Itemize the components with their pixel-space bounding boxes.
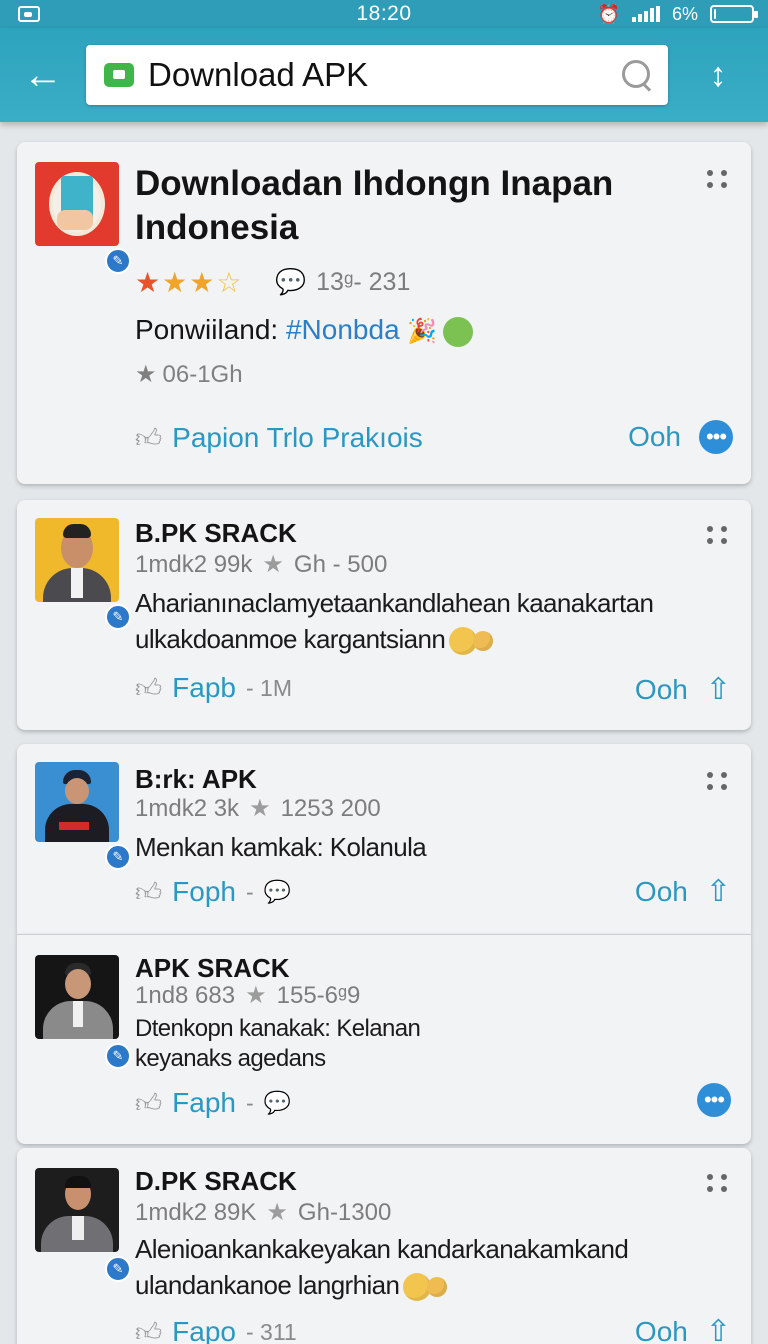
post-text-line1: Alenioankankakeyakan kandarkanakamkand — [135, 1234, 629, 1264]
post-text-line2: ulandankanoe langrhian — [135, 1270, 448, 1302]
alarm-icon: ⏰ — [597, 3, 620, 24]
developer-tag[interactable]: #Nonbda — [286, 314, 400, 345]
post-right-actions: Ooh ⇧ — [635, 874, 731, 909]
featured-title-line2: Indonesia — [135, 208, 299, 247]
smile-emoji-icon — [473, 631, 494, 652]
featured-right-actions: Ooh ••• — [628, 420, 733, 454]
post-text-line1: Aharianınaclamyetaankandlahean kaanakart… — [135, 588, 654, 618]
comment-icon: 💬 — [263, 1090, 292, 1115]
post-meta: 1nd8 683 ★ 155-6ᵍ9 — [135, 981, 361, 1010]
app-bar: ← Download APK ↕ — [0, 28, 768, 122]
post-meta: 1mdk2 99k ★ Gh - 500 — [135, 550, 388, 579]
app-icon: ✎ — [35, 162, 131, 274]
rating-stars: ★ ★ ★ ☆ — [135, 266, 241, 299]
featured-title-line1: Downloadan Ihdongn Inapan — [135, 164, 614, 203]
more-circle-icon[interactable]: ••• — [699, 420, 733, 454]
thumbs-up-icon: 👍︎ — [135, 1316, 163, 1344]
more-options-button[interactable] — [707, 170, 729, 188]
post-title: D.PK SRACK — [135, 1166, 297, 1196]
post-title: APK SRACK — [135, 953, 290, 983]
avatar: ✎ — [35, 955, 131, 1069]
thumbs-up-icon: 👍︎ — [135, 1087, 163, 1118]
post-text-line1: Menkan kamkak: Kolanula — [135, 832, 427, 862]
sort-icon: ↕ — [709, 55, 727, 94]
post-meta: 1mdk2 3k ★ 1253 200 — [135, 794, 381, 823]
status-bar: 18:20 ⏰ 6% — [0, 0, 768, 28]
ooh-button[interactable]: Ooh — [635, 674, 688, 706]
ooh-button[interactable]: Ooh — [635, 1316, 688, 1344]
more-options-button[interactable] — [707, 772, 729, 790]
avatar: ✎ — [35, 1168, 131, 1282]
star-outline-icon: ★ — [135, 361, 157, 388]
post-like-action[interactable]: 👍︎ Foph - 💬 — [135, 876, 291, 908]
developer-label: Ponwiiland: — [135, 314, 279, 345]
star-icon: ★ — [266, 1199, 288, 1226]
star-icon: ★ — [249, 795, 271, 822]
post-like-action[interactable]: 👍︎ Faph - 💬 — [135, 1087, 291, 1119]
share-icon[interactable]: ⇧ — [706, 874, 731, 909]
comment-icon: 💬 — [263, 879, 292, 904]
thumbs-up-icon: 👍︎ — [135, 876, 163, 907]
thumbs-up-icon: 👍︎ — [135, 672, 163, 703]
star-icon: ★ — [262, 551, 284, 578]
status-icons: ⏰ 6% — [597, 3, 758, 25]
post-right-actions: ••• — [697, 1083, 731, 1117]
notification-icon — [18, 6, 40, 22]
sort-button[interactable]: ↕ — [668, 28, 768, 122]
battery-percent: 6% — [671, 3, 698, 24]
post-right-actions: Ooh ⇧ — [635, 1314, 731, 1344]
ooh-button[interactable]: Ooh — [628, 421, 681, 453]
more-options-button[interactable] — [707, 1174, 729, 1192]
post-meta: 1mdk2 89K ★ Gh-1300 — [135, 1198, 392, 1227]
share-icon[interactable]: ⇧ — [706, 672, 731, 707]
ooh-button[interactable]: Ooh — [635, 876, 688, 908]
post-card-3[interactable]: ✎ APK SRACK 1nd8 683 ★ 155-6ᵍ9 Dtenkopn … — [17, 934, 751, 1144]
post-title: B:rk: APK — [135, 764, 257, 794]
arrow-left-icon: ← — [23, 52, 63, 97]
developer-line: Ponwiiland: #Nonbda 🎉 — [135, 314, 474, 347]
post-card-2[interactable]: ✎ B:rk: APK 1mdk2 3k ★ 1253 200 Menkan k… — [17, 744, 751, 934]
comment-icon: 💬 — [275, 268, 307, 296]
post-like-action[interactable]: 👍︎ Fapo - 311 — [135, 1316, 297, 1344]
post-right-actions: Ooh ⇧ — [635, 672, 731, 707]
app-store-icon — [104, 63, 134, 87]
search-query: Download APK — [148, 56, 369, 93]
verified-badge-icon: ✎ — [105, 248, 131, 274]
post-text-line1: Dtenkopn kanakak: Kelanan — [135, 1015, 421, 1042]
post-card-4[interactable]: ✎ D.PK SRACK 1mdk2 89K ★ Gh-1300 Alenioa… — [17, 1148, 751, 1344]
featured-app-card[interactable]: ✎ Downloadan Ihdongn Inapan Indonesia ★ … — [17, 142, 751, 484]
comment-count: 💬 13ᵍ- 231 — [275, 268, 411, 296]
signal-icon — [631, 6, 660, 22]
avatar: ✎ — [35, 762, 131, 870]
battery-icon — [710, 5, 758, 23]
back-button[interactable]: ← — [0, 28, 86, 122]
post-text-line2: keyanaks agedans — [135, 1045, 326, 1072]
post-like-action[interactable]: 👍︎ Fapb - 1M — [135, 672, 292, 704]
more-circle-icon[interactable]: ••• — [697, 1083, 731, 1117]
smiley-icon — [443, 316, 474, 347]
star-icon: ★ — [162, 267, 188, 298]
share-icon[interactable]: ⇧ — [706, 1314, 731, 1344]
star-icon: ★ — [245, 982, 267, 1009]
post-title: B.PK SRACK — [135, 518, 297, 548]
party-icon: 🎉 — [407, 318, 438, 345]
verified-badge-icon: ✎ — [105, 1043, 131, 1069]
verified-badge-icon: ✎ — [105, 844, 131, 870]
avatar: ✎ — [35, 518, 131, 630]
app-size: ★ 06-1Gh — [135, 360, 243, 389]
star-icon: ★ — [135, 267, 161, 298]
post-card-1[interactable]: ✎ B.PK SRACK 1mdk2 99k ★ Gh - 500 Aharia… — [17, 500, 751, 730]
star-half-icon: ☆ — [216, 267, 242, 298]
star-icon: ★ — [189, 267, 215, 298]
search-field[interactable]: Download APK — [86, 45, 668, 105]
verified-badge-icon: ✎ — [105, 1256, 131, 1282]
verified-badge-icon: ✎ — [105, 604, 131, 630]
post-text-line2: ulkakdoanmoe kargantsiann — [135, 624, 494, 656]
search-icon[interactable] — [620, 58, 654, 92]
featured-like-action[interactable]: 👍︎ Papion Trlo Prakıois — [135, 422, 423, 454]
thumbs-up-icon: 👍︎ — [135, 422, 163, 453]
smile-emoji-icon — [427, 1277, 448, 1298]
more-options-button[interactable] — [707, 526, 729, 544]
